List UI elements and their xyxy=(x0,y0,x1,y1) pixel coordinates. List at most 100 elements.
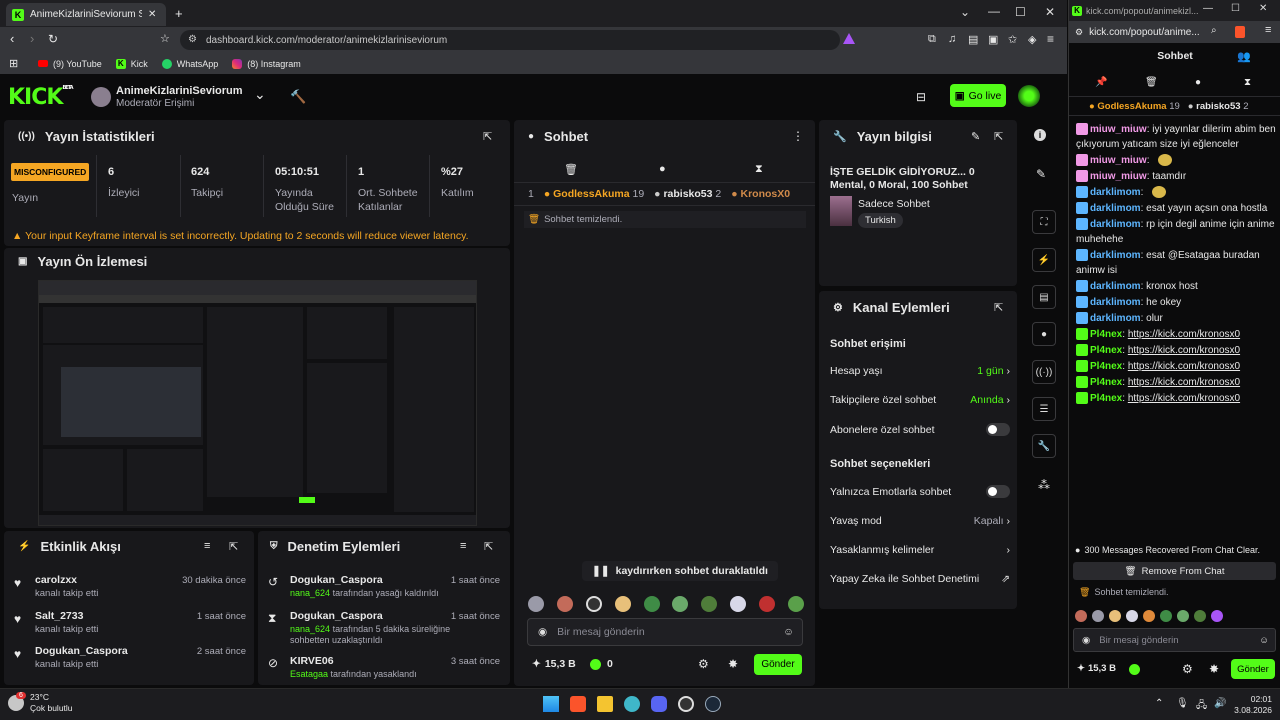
emote-icon[interactable] xyxy=(1126,610,1138,622)
emote-icon[interactable] xyxy=(614,596,631,612)
rail-button-document[interactable]: ▤ xyxy=(1032,285,1056,309)
minimize-icon[interactable]: — xyxy=(1203,3,1213,14)
emote-icon[interactable] xyxy=(643,596,660,612)
popout-icon[interactable]: ⇱ xyxy=(483,130,492,143)
emote-icon[interactable] xyxy=(759,596,775,612)
chat-username[interactable]: Pl4nex xyxy=(1090,345,1122,356)
emote-icon[interactable] xyxy=(1109,610,1121,622)
emoji-icon[interactable]: ☺ xyxy=(1259,635,1269,646)
chat-username[interactable]: darklimom xyxy=(1090,313,1141,324)
menu-icon[interactable]: ≡ xyxy=(1047,32,1054,46)
windows-start-icon[interactable] xyxy=(543,696,559,712)
emote-icon[interactable] xyxy=(787,596,804,612)
media-icon[interactable]: ♫ xyxy=(948,33,956,45)
clock[interactable]: 02:01 3.08.2026 xyxy=(1234,694,1272,716)
popout-channel-points[interactable]: ✦ 15,3 B xyxy=(1077,663,1116,674)
kick-balance[interactable]: 0 xyxy=(590,658,613,670)
rewards-icon[interactable] xyxy=(843,33,855,44)
bookmark-whatsapp[interactable]: WhatsApp xyxy=(161,58,218,69)
emote-icon[interactable] xyxy=(1211,610,1223,622)
chat-username[interactable]: Pl4nex xyxy=(1090,393,1122,404)
site-info-icon[interactable]: ⚙ xyxy=(188,34,197,45)
channel-avatar[interactable] xyxy=(91,87,111,107)
app-icon[interactable] xyxy=(624,696,640,712)
users-icon[interactable]: 👥 xyxy=(1237,50,1251,63)
ai-moderation-setting[interactable]: Yapay Zeka ile Sohbet Denetimi ⇗ xyxy=(830,573,1010,585)
tab-search-icon[interactable]: ⌄ xyxy=(960,5,970,19)
timeout-icon[interactable]: ⧗ xyxy=(755,163,763,176)
rail-button-lightning[interactable]: ⚡ xyxy=(1032,248,1056,272)
popout-icon[interactable]: ⇱ xyxy=(484,540,493,553)
popout-icon[interactable]: ⇱ xyxy=(994,301,1003,314)
kick-logo[interactable]: KICKBETA xyxy=(8,85,74,110)
stream-preview-video[interactable] xyxy=(38,280,477,526)
filter-icon[interactable]: ≡ xyxy=(204,540,210,552)
microphone-icon[interactable]: 🎙 xyxy=(1176,698,1189,709)
maximize-icon[interactable]: ☐ xyxy=(1015,5,1026,19)
popout-icon[interactable]: ⇱ xyxy=(229,540,238,553)
minimize-icon[interactable]: — xyxy=(988,4,1000,18)
menu-icon[interactable]: ≡ xyxy=(1265,24,1271,36)
channel-points[interactable]: ✦ 15,3 B xyxy=(532,658,576,670)
extensions-icon[interactable]: ⧉ xyxy=(928,33,936,46)
address-bar[interactable]: ⚙ dashboard.kick.com/moderator/animekizl… xyxy=(180,30,840,50)
filter-icon[interactable]: ≡ xyxy=(460,540,466,552)
back-icon[interactable]: ‹ xyxy=(10,31,14,46)
steam-icon[interactable] xyxy=(705,696,721,712)
emote-icon[interactable] xyxy=(585,596,602,612)
close-window-icon[interactable]: ✕ xyxy=(1045,5,1055,19)
chat-mode-icon[interactable]: ● xyxy=(1195,77,1201,88)
chat-text[interactable]: https://kick.com/kronosx0 xyxy=(1128,329,1240,340)
banned-words-setting[interactable]: Yasaklanmış kelimeler › xyxy=(830,544,1010,556)
emote-icon[interactable] xyxy=(1075,610,1087,622)
brave-icon[interactable] xyxy=(570,696,586,712)
category-thumbnail[interactable] xyxy=(830,196,852,226)
bookmark-instagram[interactable]: (8) Instagram xyxy=(232,58,301,69)
subscribers-only-toggle[interactable] xyxy=(986,423,1010,436)
emoji-icon[interactable]: ☺ xyxy=(783,626,794,638)
apps-icon[interactable]: ⊞ xyxy=(9,57,18,70)
emote-icon[interactable] xyxy=(1143,610,1155,622)
obs-icon[interactable] xyxy=(678,696,694,712)
bookmark-icon[interactable]: ☆ xyxy=(160,32,170,45)
tools-icon[interactable]: 🔨 xyxy=(290,89,306,105)
close-window-icon[interactable]: ✕ xyxy=(1259,3,1267,14)
search-icon[interactable]: ⌕ xyxy=(1211,25,1217,36)
leader-item[interactable]: ● GodlessAkuma 19 xyxy=(544,188,644,200)
emote-only-toggle[interactable] xyxy=(986,485,1010,498)
pencil-icon[interactable]: ✎ xyxy=(1036,167,1046,181)
popout-message-input[interactable]: ◉ Bir mesaj gönderin ☺ xyxy=(1073,628,1276,652)
mod-tools-icon[interactable]: ✸ xyxy=(1209,662,1219,676)
popout-addressbar[interactable]: ⚙ kick.com/popout/anime... ⌕ ≡ xyxy=(1069,21,1280,43)
browser-tab[interactable]: K AnimeKizlariniSeviorum Stream ✕ xyxy=(6,3,166,26)
discord-icon[interactable] xyxy=(651,696,667,712)
vpn-icon[interactable]: ◈ xyxy=(1028,33,1036,46)
info-icon[interactable]: i xyxy=(1034,129,1046,141)
chat-username[interactable]: darklimom xyxy=(1090,297,1141,308)
rail-button-layout[interactable]: ☰ xyxy=(1032,397,1056,421)
kick-coin-icon[interactable] xyxy=(1129,664,1140,675)
emote-icon[interactable] xyxy=(528,596,544,612)
hub-icon[interactable]: ⁂ xyxy=(1038,478,1050,492)
edit-icon[interactable]: ✎ xyxy=(971,130,980,143)
rail-button-clip[interactable]: ⛶ xyxy=(1032,210,1056,234)
chat-username[interactable]: miuw_miuw xyxy=(1090,155,1147,166)
chat-text[interactable]: https://kick.com/kronosx0 xyxy=(1128,361,1240,372)
chat-username[interactable]: darklimom xyxy=(1090,203,1141,214)
chat-username[interactable]: darklimom xyxy=(1090,219,1141,230)
slow-mode-setting[interactable]: Yavaş mod Kapalı › xyxy=(830,515,1010,527)
category-name[interactable]: Sadece Sohbet xyxy=(858,198,930,210)
channel-switch-chevron-icon[interactable]: ⌄ xyxy=(254,86,266,103)
forward-icon[interactable]: › xyxy=(30,31,34,46)
leader-item[interactable]: ● rabisko53 2 xyxy=(654,188,721,200)
emote-icon[interactable] xyxy=(701,596,718,612)
tray-chevron-icon[interactable]: ⌃ xyxy=(1155,698,1163,709)
popout-send-button[interactable]: Gönder xyxy=(1231,659,1275,679)
leader-item[interactable]: ● GodlessAkuma 19 xyxy=(1089,101,1180,112)
chat-text[interactable]: https://kick.com/kronosx0 xyxy=(1128,345,1240,356)
rail-button-wrench[interactable]: 🔧 xyxy=(1032,434,1056,458)
bookmark-kick[interactable]: K Kick xyxy=(115,58,148,69)
settings-icon[interactable]: ⚙ xyxy=(1182,662,1193,676)
emote-icon[interactable] xyxy=(556,596,573,612)
chat-text[interactable]: https://kick.com/kronosx0 xyxy=(1128,377,1240,388)
